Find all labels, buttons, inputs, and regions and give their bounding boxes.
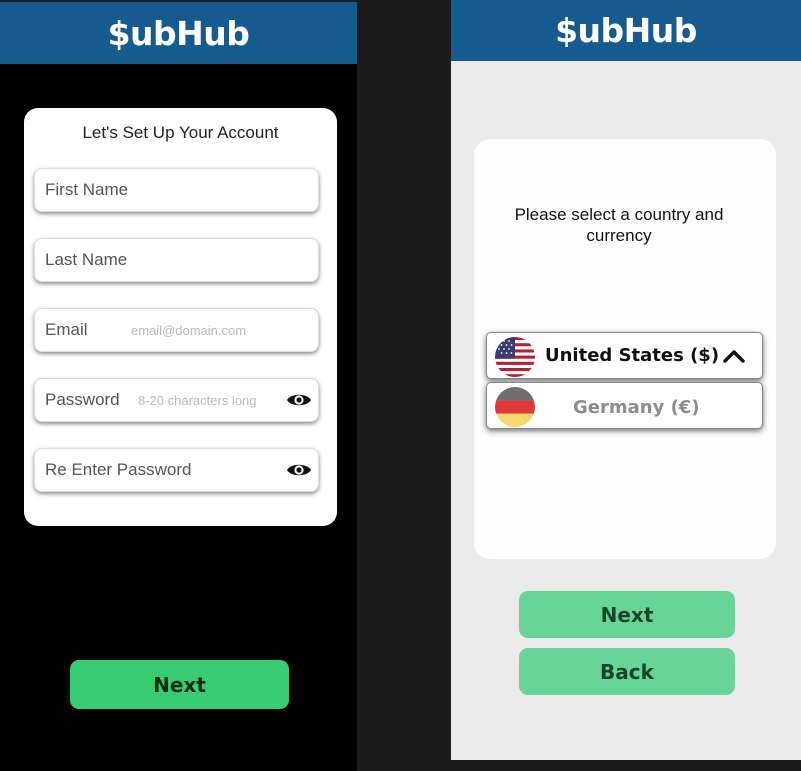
country-option-united-states[interactable]: United States ($)	[486, 332, 763, 379]
back-button[interactable]: Back	[519, 648, 735, 695]
app-logo: $ubHub	[555, 11, 697, 50]
chevron-up-icon[interactable]	[722, 348, 746, 364]
us-flag-icon	[495, 337, 535, 377]
eye-icon[interactable]	[286, 460, 312, 480]
password-field[interactable]: Password 8-20 characters long	[34, 378, 319, 422]
app-logo: $ubHub	[107, 13, 250, 53]
next-button[interactable]: Next	[70, 660, 289, 709]
country-prompt: Please select a country and currency	[514, 205, 724, 245]
next-button[interactable]: Next	[519, 591, 735, 638]
country-card: Please select a country and currency Uni…	[474, 139, 776, 559]
first-name-field[interactable]: First Name	[34, 168, 319, 212]
form-title: Let's Set Up Your Account	[82, 123, 279, 142]
account-form-card: Let's Set Up Your Account First Name Las…	[24, 108, 337, 526]
email-field[interactable]: Email email@domain.com	[34, 308, 319, 352]
reenter-password-label: Re Enter Password	[45, 460, 192, 479]
country-select-screen: $ubHub Please select a country and curre…	[451, 0, 801, 760]
country-option-label: United States ($)	[545, 345, 720, 366]
signup-screen: $ubHub Let's Set Up Your Account First N…	[0, 2, 357, 771]
email-placeholder: email@domain.com	[131, 322, 247, 338]
country-option-label: Germany (€)	[573, 397, 700, 418]
country-option-germany[interactable]: Germany (€)	[486, 382, 763, 429]
germany-flag-icon	[495, 387, 535, 427]
password-placeholder: 8-20 characters long	[138, 392, 257, 408]
app-header: $ubHub	[451, 0, 801, 61]
reenter-password-field[interactable]: Re Enter Password	[34, 448, 319, 492]
email-label: Email	[45, 320, 88, 339]
first-name-label: First Name	[45, 180, 129, 199]
eye-icon[interactable]	[286, 390, 312, 410]
last-name-field[interactable]: Last Name	[34, 238, 319, 282]
last-name-label: Last Name	[45, 250, 128, 269]
app-header: $ubHub	[0, 2, 357, 64]
password-label: Password	[45, 390, 120, 409]
